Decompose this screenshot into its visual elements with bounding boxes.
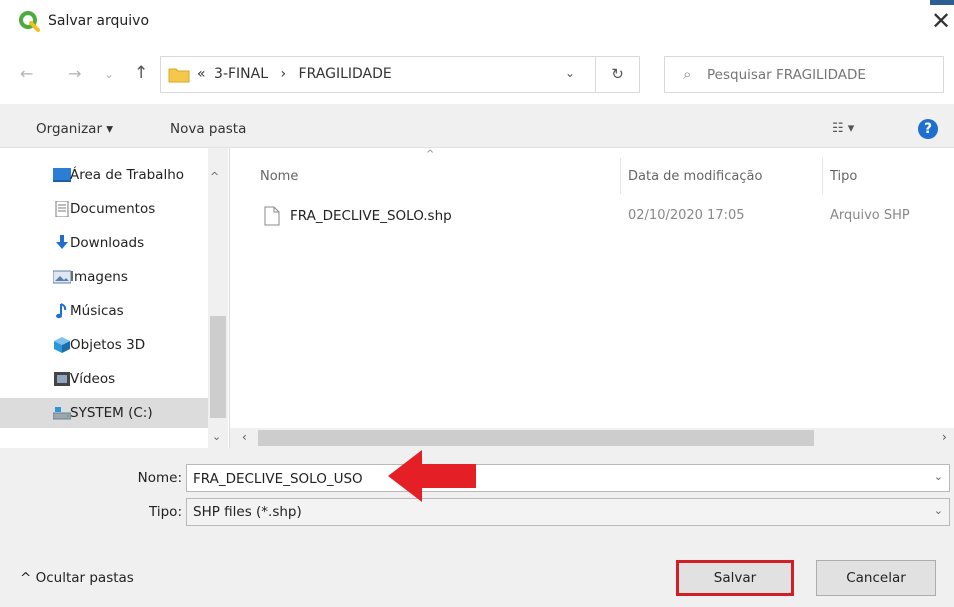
folder-icon [168, 68, 190, 83]
image-icon [53, 270, 71, 284]
window-accent-strip [930, 0, 954, 5]
sidebar-item-label: Área de Trabalho [70, 167, 185, 183]
breadcrumb: « 3-FINAL › FRAGILIDADE [197, 66, 392, 82]
music-icon [56, 303, 67, 319]
scroll-left-icon[interactable]: ‹ [242, 430, 247, 444]
file-type: Arquivo SHP [830, 208, 910, 223]
refresh-button[interactable]: ↻ [596, 56, 640, 93]
sidebar-item-images[interactable]: Imagens [40, 262, 210, 292]
recent-locations-icon[interactable]: ⌄ [104, 66, 114, 82]
sort-indicator-icon: ^ [426, 149, 435, 160]
sidebar-item-label: Imagens [70, 269, 128, 285]
navigation-pane: Área de Trabalho Documentos Downloads Im… [0, 148, 230, 448]
breadcrumb-3-final[interactable]: 3-FINAL [214, 66, 268, 82]
file-name: FRA_DECLIVE_SOLO.shp [290, 208, 452, 224]
help-icon[interactable]: ? [918, 119, 938, 139]
search-icon: ⌕ [683, 65, 692, 83]
file-name-field[interactable]: ⌄ [186, 464, 950, 492]
file-name-label: Nome: [137, 470, 182, 486]
file-type-select[interactable]: SHP files (*.shp) ⌄ [186, 498, 950, 526]
file-list-horizontal-scrollbar[interactable]: ‹ › [230, 428, 954, 448]
file-list: Nome ^ Data de modificação Tipo FRA_DECL… [230, 148, 954, 428]
drive-icon [53, 407, 71, 420]
sidebar-item-label: Músicas [70, 303, 124, 319]
document-icon [55, 201, 69, 217]
column-header-name[interactable]: Nome [260, 169, 298, 184]
cube-icon [54, 337, 70, 353]
refresh-icon: ↻ [611, 65, 624, 83]
cancel-button[interactable]: Cancelar [816, 560, 936, 596]
title-bar: Salvar arquivo ✕ [0, 0, 954, 44]
download-icon [56, 235, 68, 249]
sidebar-item-label: Downloads [70, 235, 145, 251]
window-title: Salvar arquivo [48, 13, 150, 29]
sidebar-item-system-drive[interactable]: SYSTEM (C:) [0, 398, 208, 428]
address-bar[interactable]: « 3-FINAL › FRAGILIDADE ⌄ [160, 56, 596, 93]
command-toolbar: Organizar ▾ Nova pasta ☷ ▾ ? [0, 104, 954, 148]
sidebar-item-videos[interactable]: Vídeos [40, 364, 210, 394]
scroll-down-icon[interactable]: ⌄ [212, 430, 221, 443]
sidebar-item-desktop[interactable]: Área de Trabalho [40, 160, 210, 190]
table-row[interactable]: FRA_DECLIVE_SOLO.shp 02/10/2020 17:05 Ar… [260, 200, 954, 230]
sidebar-item-label: Vídeos [70, 371, 116, 387]
close-button[interactable]: ✕ [928, 6, 954, 36]
sidebar-scroll-thumb[interactable] [210, 316, 226, 418]
sidebar-item-documents[interactable]: Documentos [40, 194, 210, 224]
view-options-icon[interactable]: ☷ ▾ [832, 121, 854, 136]
address-dropdown-icon[interactable]: ⌄ [565, 66, 575, 80]
file-name-input[interactable] [193, 470, 893, 488]
search-input[interactable] [707, 65, 939, 85]
back-icon[interactable]: ← [20, 66, 33, 82]
sidebar-item-label: SYSTEM (C:) [70, 405, 153, 421]
qgis-app-icon [19, 11, 40, 32]
new-folder-button[interactable]: Nova pasta [170, 121, 246, 137]
hide-folders-toggle[interactable]: ^ Ocultar pastas [20, 570, 134, 586]
file-name-dropdown-icon[interactable]: ⌄ [934, 470, 943, 483]
save-button[interactable]: Salvar [676, 560, 794, 596]
search-box[interactable]: ⌕ [664, 56, 944, 93]
forward-icon[interactable]: → [68, 66, 81, 82]
column-header-type[interactable]: Tipo [830, 169, 857, 184]
sidebar-item-downloads[interactable]: Downloads [40, 228, 210, 258]
sidebar-item-label: Documentos [70, 201, 156, 217]
sidebar-item-music[interactable]: Músicas [40, 296, 210, 326]
column-divider[interactable] [822, 158, 823, 194]
breadcrumb-overflow[interactable]: « [197, 66, 206, 82]
save-file-dialog: Salvar arquivo ✕ ← → ⌄ ↑ « 3-FINAL › FRA… [0, 0, 954, 607]
file-date: 02/10/2020 17:05 [628, 208, 745, 223]
file-icon [264, 206, 280, 226]
desktop-icon [53, 168, 71, 182]
scroll-up-icon[interactable]: ^ [210, 170, 219, 183]
file-type-value: SHP files (*.shp) [193, 504, 302, 520]
organize-menu[interactable]: Organizar ▾ [36, 121, 113, 137]
column-header-date[interactable]: Data de modificação [628, 169, 762, 184]
sidebar-item-3d-objects[interactable]: Objetos 3D [40, 330, 210, 360]
sidebar-item-label: Objetos 3D [70, 337, 146, 353]
file-type-label: Tipo: [149, 504, 182, 520]
scroll-right-icon[interactable]: › [942, 430, 947, 444]
red-arrow-annotation [388, 450, 476, 502]
column-divider[interactable] [620, 158, 621, 194]
video-icon [54, 372, 70, 386]
navigation-bar: ← → ⌄ ↑ « 3-FINAL › FRAGILIDADE ⌄ ↻ ⌕ [0, 44, 954, 104]
column-header-name-label: Nome [260, 169, 299, 184]
up-folder-icon[interactable]: ↑ [134, 64, 148, 82]
breadcrumb-fragilidade[interactable]: FRAGILIDADE [299, 66, 392, 82]
file-type-dropdown-icon[interactable]: ⌄ [934, 504, 943, 517]
horizontal-scroll-thumb[interactable] [258, 430, 814, 446]
breadcrumb-separator: › [280, 66, 287, 82]
